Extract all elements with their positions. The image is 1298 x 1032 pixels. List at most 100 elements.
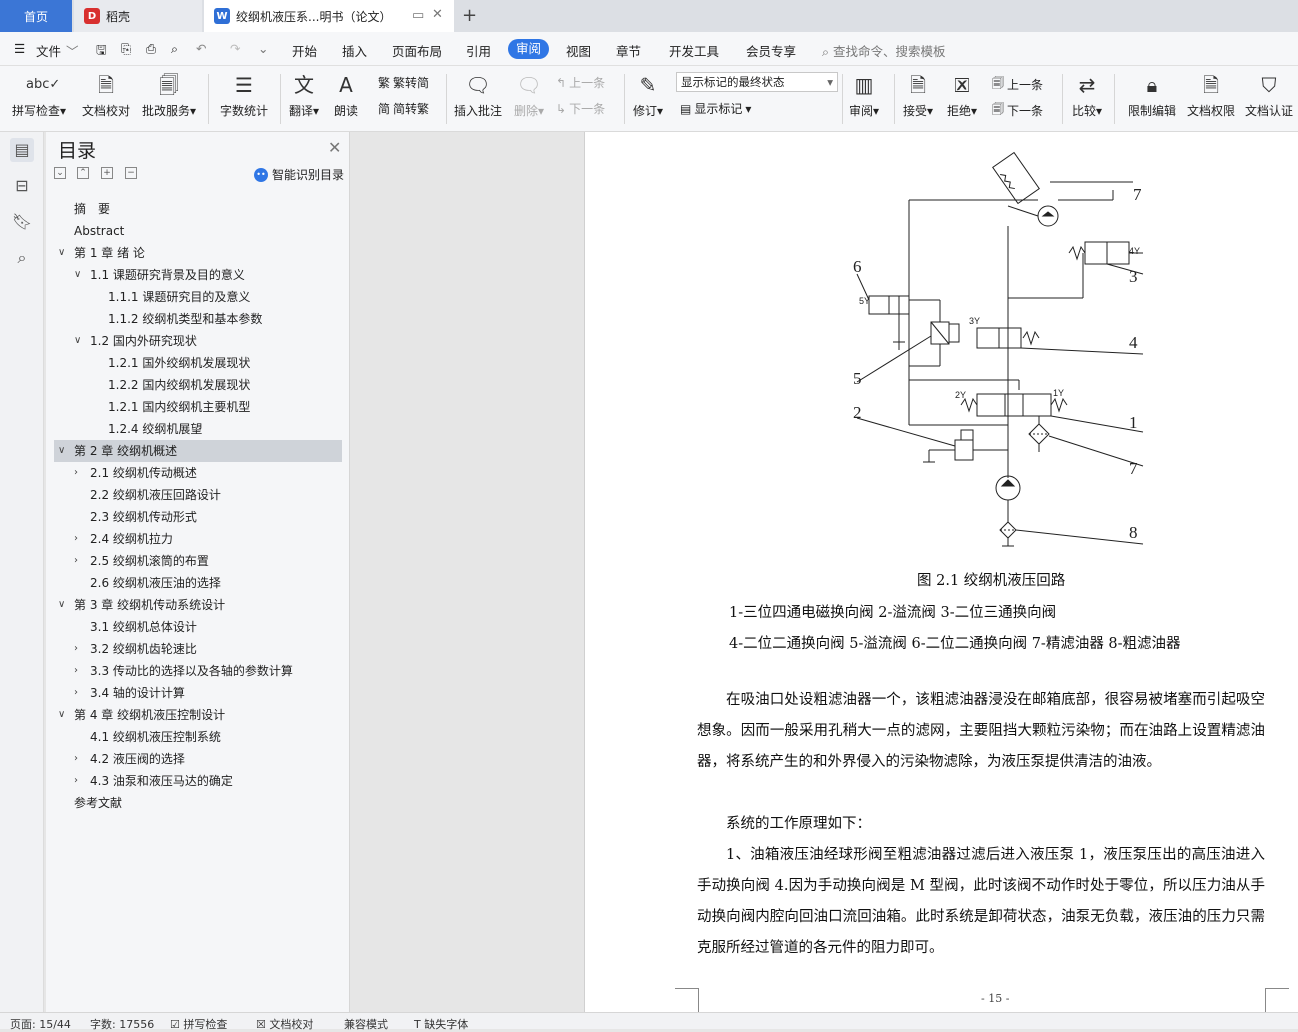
next-change-button[interactable]: 🗐 下一条 — [992, 100, 1043, 121]
smart-toc-button[interactable]: •• 智能识别目录 — [254, 166, 344, 183]
toc-item[interactable]: 3.1 绞纲机总体设计 — [90, 616, 197, 638]
menu-insert[interactable]: 插入 — [342, 41, 367, 60]
menu-chapter[interactable]: 章节 — [616, 41, 641, 60]
undo-icon[interactable]: ↶ — [196, 41, 206, 56]
bookmark-icon[interactable]: 🔖︎ — [10, 210, 34, 234]
toc-item[interactable]: 4.3 油泵和液压马达的确定 — [90, 770, 233, 792]
menu-page-layout[interactable]: 页面布局 — [392, 41, 442, 60]
doc-check-button[interactable]: 🗎 文档校对 — [78, 72, 134, 119]
chevron-right-icon[interactable]: › — [74, 462, 78, 484]
toc-item[interactable]: 1.1.1 课题研究目的及意义 — [108, 286, 250, 308]
chevron-down-icon[interactable]: ∨ — [58, 594, 65, 616]
translate-button[interactable]: 文翻译▾ — [286, 72, 322, 119]
chevron-right-icon[interactable]: › — [74, 638, 78, 660]
reject-button[interactable]: 🗷 拒绝▾ — [944, 72, 980, 119]
toc-item[interactable]: 第 3 章 绞纲机传动系统设计 — [74, 594, 225, 616]
read-aloud-button[interactable]: A 朗读 — [328, 72, 364, 119]
menu-view[interactable]: 视图 — [566, 41, 591, 60]
chevron-right-icon[interactable]: › — [74, 660, 78, 682]
next-comment-button[interactable]: ↳ 下一条 — [556, 100, 605, 117]
add-level-icon[interactable]: + — [101, 167, 113, 179]
accept-button[interactable]: 🗎 接受▾ — [900, 72, 936, 119]
menu-developer[interactable]: 开发工具 — [669, 41, 719, 60]
command-search[interactable]: ⌕ 查找命令、搜索模板 — [822, 41, 946, 60]
collapse-all-icon[interactable]: ⌄ — [54, 167, 66, 179]
toc-item[interactable]: 4.1 绞纲机液压控制系统 — [90, 726, 221, 748]
restrict-edit-button[interactable]: 🔒︎ 限制编辑 — [1124, 72, 1180, 119]
insert-comment-button[interactable]: 🗨 插入批注 — [452, 72, 504, 119]
simp-to-trad-button[interactable]: 简简转繁 — [378, 100, 429, 117]
toc-item[interactable]: 1.2.4 绞纲机展望 — [108, 418, 202, 440]
chevron-right-icon[interactable]: › — [74, 770, 78, 792]
review-service-button[interactable]: 🗐 批改服务▾ — [138, 72, 200, 119]
pin-icon[interactable]: ▭ — [412, 8, 424, 23]
toc-item[interactable]: 2.2 绞纲机液压回路设计 — [90, 484, 221, 506]
doc-cert-button[interactable]: ⛉ 文档认证 — [1242, 72, 1296, 119]
toc-item[interactable]: 2.6 绞纲机液压油的选择 — [90, 572, 221, 594]
chevron-down-icon[interactable]: ∨ — [74, 264, 81, 286]
compare-button[interactable]: ⇄ 比较▾ — [1068, 72, 1106, 119]
toc-item[interactable]: 2.4 绞纲机拉力 — [90, 528, 173, 550]
toc-item[interactable]: 4.2 液压阀的选择 — [90, 748, 185, 770]
toc-item[interactable]: 1.2.1 国外绞纲机发展现状 — [108, 352, 250, 374]
toc-item[interactable]: 1.2.2 国内绞纲机发展现状 — [108, 374, 250, 396]
page-indicator[interactable]: 页面: 15/44 — [10, 1016, 71, 1032]
chevron-right-icon[interactable]: › — [74, 682, 78, 704]
missing-font-button[interactable]: T 缺失字体 — [414, 1016, 468, 1032]
quick-access-more-icon[interactable]: ⌄ — [258, 41, 268, 56]
word-count-indicator[interactable]: 字数: 17556 — [90, 1016, 154, 1032]
doc-rights-button[interactable]: 🗎 文档权限 — [1184, 72, 1238, 119]
toc-item[interactable]: 3.2 绞纲机齿轮速比 — [90, 638, 197, 660]
toc-item[interactable]: 摘 要 — [74, 198, 110, 220]
markup-display-select[interactable]: 显示标记的最终状态 ▾ — [676, 72, 838, 92]
redo-icon[interactable]: ↷ — [230, 41, 240, 56]
tab-daoke[interactable]: D 稻壳 — [74, 0, 202, 32]
toc-item[interactable]: 第 4 章 绞纲机液压控制设计 — [74, 704, 225, 726]
chevron-down-icon[interactable]: ﹀ — [66, 41, 79, 60]
print-icon[interactable]: ⎙ — [146, 41, 156, 57]
chevron-down-icon[interactable]: ∨ — [58, 704, 65, 726]
trad-to-simp-button[interactable]: 繁繁转简 — [378, 74, 429, 91]
toc-item[interactable]: 1.2.1 国内绞纲机主要机型 — [108, 396, 250, 418]
show-marks-button[interactable]: ▤ 显示标记 ▾ — [680, 100, 751, 117]
toc-item[interactable]: 第 1 章 绪 论 — [74, 242, 145, 264]
export-pdf-icon[interactable]: ⎘ — [121, 41, 131, 57]
toc-item[interactable]: 2.3 绞纲机传动形式 — [90, 506, 197, 528]
remove-level-icon[interactable]: − — [125, 167, 137, 179]
chevron-right-icon[interactable]: › — [74, 748, 78, 770]
toc-item[interactable]: 参考文献 — [74, 792, 122, 814]
hamburger-icon[interactable]: ☰ — [14, 41, 25, 56]
toc-item[interactable]: 1.1.2 绞纲机类型和基本参数 — [108, 308, 262, 330]
menu-membership[interactable]: 会员专享 — [746, 41, 796, 60]
toc-item[interactable]: 2.5 绞纲机滚筒的布置 — [90, 550, 209, 572]
spell-check-button[interactable]: abc✓ 拼写检查▾ — [8, 72, 70, 119]
tab-home[interactable]: 首页 — [0, 0, 72, 32]
prev-comment-button[interactable]: ↰ 上一条 — [556, 74, 605, 91]
delete-comment-button[interactable]: 🗨 删除▾ — [510, 72, 548, 119]
toc-item[interactable]: Abstract — [74, 220, 124, 242]
outline-icon[interactable]: ⊟ — [10, 174, 34, 198]
close-icon[interactable]: ✕ — [328, 138, 341, 157]
toc-item[interactable]: 第 2 章 绞纲机概述 — [74, 440, 177, 462]
status-doc-check[interactable]: ☒ 文档校对 — [256, 1016, 313, 1032]
status-spell-check[interactable]: ☑ 拼写检查 — [170, 1016, 227, 1032]
word-count-button[interactable]: ☰ 字数统计 — [216, 72, 272, 119]
menu-references[interactable]: 引用 — [466, 41, 491, 60]
expand-up-icon[interactable]: ⌃ — [77, 167, 89, 179]
chevron-right-icon[interactable]: › — [74, 528, 78, 550]
toc-item[interactable]: 3.4 轴的设计计算 — [90, 682, 185, 704]
toc-panel-icon[interactable]: ▤ — [10, 138, 34, 162]
chevron-down-icon[interactable]: ∨ — [58, 242, 65, 264]
chevron-right-icon[interactable]: › — [74, 550, 78, 572]
menu-start[interactable]: 开始 — [292, 41, 317, 60]
toc-item[interactable]: 1.2 国内外研究现状 — [90, 330, 197, 352]
toc-item[interactable]: 1.1 课题研究背景及目的意义 — [90, 264, 245, 286]
track-changes-button[interactable]: ✎ 修订▾ — [630, 72, 666, 119]
prev-change-button[interactable]: 🗐 上一条 — [992, 74, 1043, 95]
review-pane-button[interactable]: ▥ 审阅▾ — [846, 72, 882, 119]
chevron-down-icon[interactable]: ∨ — [58, 440, 65, 462]
new-tab-icon[interactable]: + — [462, 5, 477, 26]
print-preview-icon[interactable]: ⌕ — [171, 41, 178, 57]
toc-item[interactable]: 2.1 绞纲机传动概述 — [90, 462, 197, 484]
toc-item[interactable]: 3.3 传动比的选择以及各轴的参数计算 — [90, 660, 293, 682]
